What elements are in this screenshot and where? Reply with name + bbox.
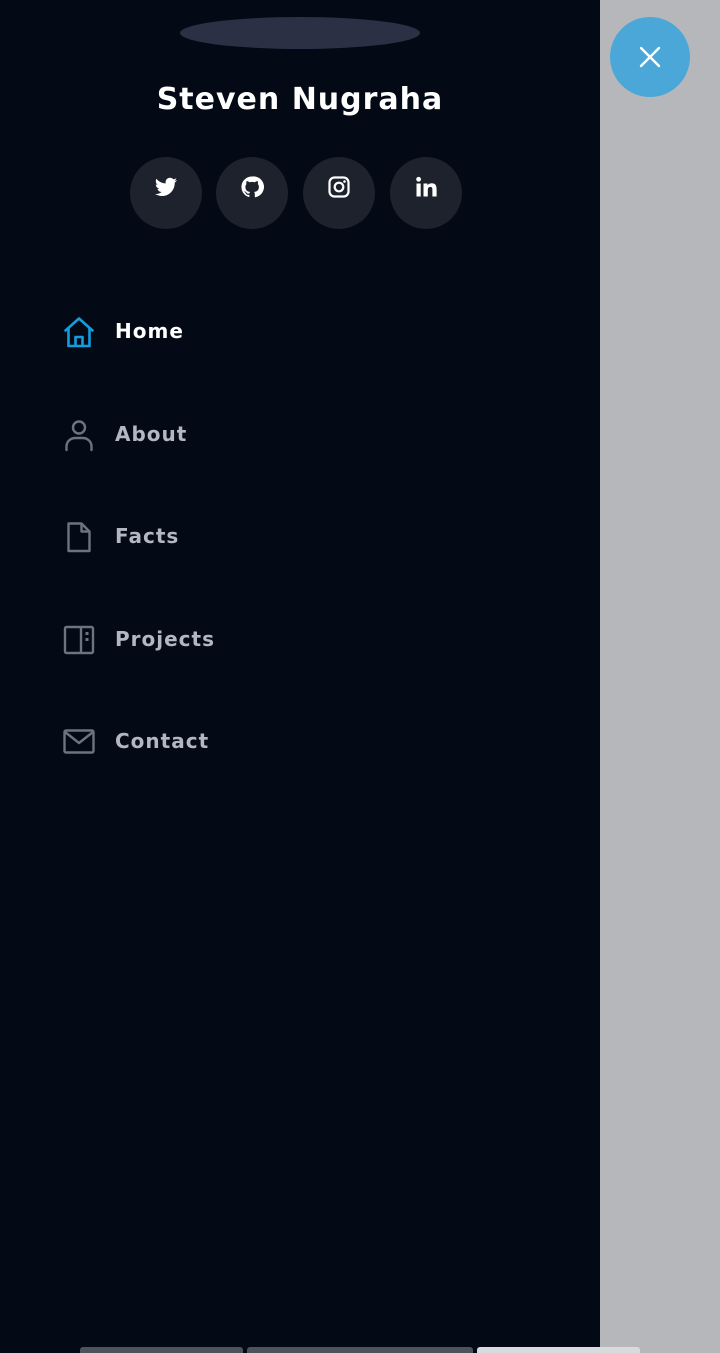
envelope-icon — [63, 729, 95, 754]
close-icon — [639, 46, 661, 68]
github-link[interactable] — [216, 157, 288, 229]
bottom-tab-bar-segment — [80, 1347, 243, 1353]
instagram-icon — [328, 176, 350, 198]
nav-item-home[interactable]: Home — [60, 308, 540, 356]
github-icon — [241, 176, 264, 198]
nav-label-facts: Facts — [115, 524, 180, 548]
nav-item-contact[interactable]: Contact — [60, 718, 540, 766]
nav-item-about[interactable]: About — [60, 411, 540, 459]
profile-name: Steven Nugraha — [156, 82, 444, 117]
side-drawer: Steven Nugraha Home About Facts Projects… — [0, 0, 600, 1353]
nav-label-projects: Projects — [115, 627, 216, 651]
layout-icon — [63, 625, 95, 655]
nav-label-home: Home — [115, 319, 184, 343]
linkedin-link[interactable] — [390, 157, 462, 229]
avatar — [180, 17, 420, 49]
nav-item-projects[interactable]: Projects — [60, 616, 540, 664]
twitter-icon — [155, 177, 177, 196]
nav-label-contact: Contact — [115, 729, 210, 753]
linkedin-icon — [416, 176, 437, 197]
file-icon — [67, 522, 91, 553]
bottom-tab-bar-segment — [477, 1347, 640, 1353]
home-icon — [64, 317, 94, 348]
bottom-tab-bar-segment — [247, 1347, 473, 1353]
person-icon — [65, 420, 93, 452]
twitter-link[interactable] — [130, 157, 202, 229]
nav-item-facts[interactable]: Facts — [60, 513, 540, 561]
nav-label-about: About — [115, 422, 188, 446]
instagram-link[interactable] — [303, 157, 375, 229]
close-menu-button[interactable] — [610, 17, 690, 97]
